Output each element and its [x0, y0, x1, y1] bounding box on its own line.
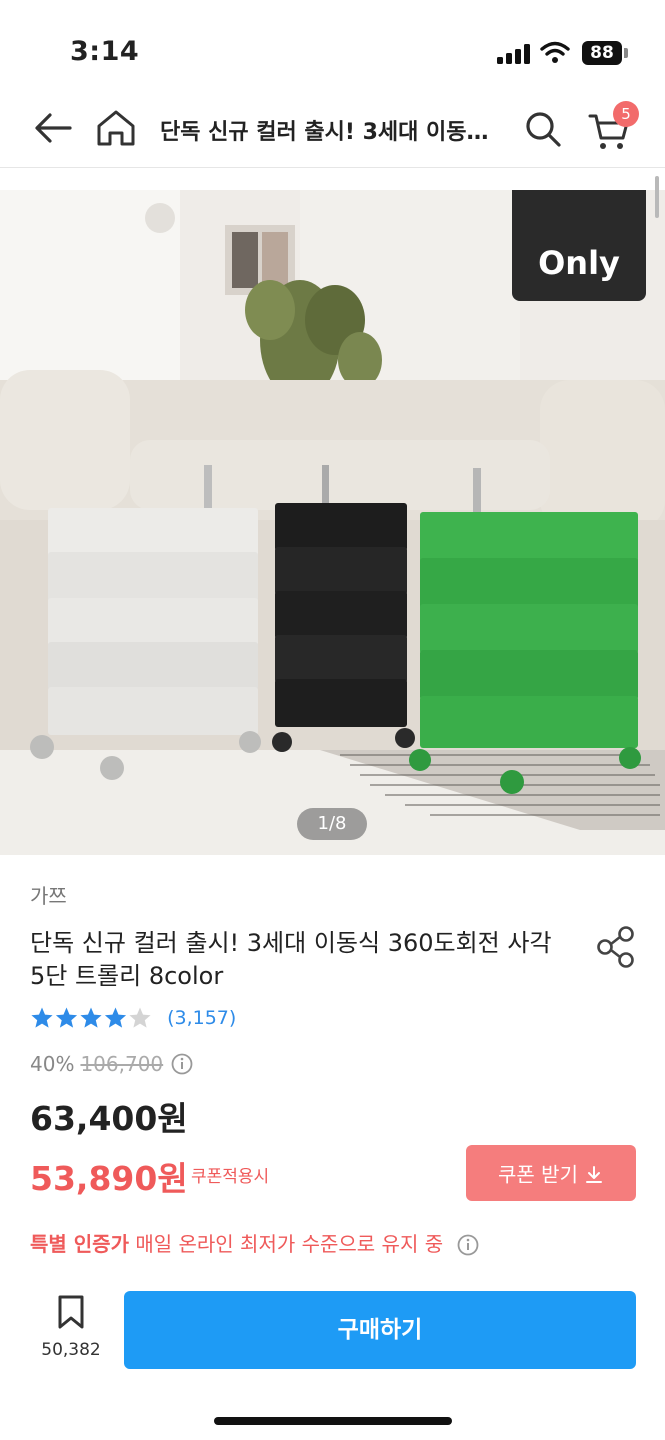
notice-text: 매일 온라인 최저가 수준으로 유지 중: [135, 1232, 444, 1256]
notice-info-icon[interactable]: [457, 1234, 479, 1256]
special-price-notice: 특별 인증가 매일 온라인 최저가 수준으로 유지 중: [30, 1228, 479, 1257]
battery-icon: 88: [582, 41, 622, 65]
notice-highlight: 특별 인증가: [30, 1232, 129, 1256]
wifi-icon: [540, 41, 570, 63]
search-icon[interactable]: [522, 108, 564, 150]
bookmark-icon: [58, 1295, 84, 1329]
original-price: 106,700: [80, 1052, 164, 1076]
home-indicator[interactable]: [214, 1417, 452, 1425]
scrollbar-thumb[interactable]: [655, 176, 659, 218]
signal-icon: [497, 44, 533, 64]
cart-count-badge: 5: [613, 101, 639, 127]
brand-name[interactable]: 가쯔: [30, 880, 67, 909]
gallery-page-indicator: 1/8: [297, 808, 367, 840]
get-coupon-label: 쿠폰 받기: [498, 1162, 578, 1187]
star-rating-icon: [31, 1007, 151, 1028]
coupon-applied-label: 쿠폰적용시: [191, 1167, 270, 1187]
battery-tip: [624, 48, 628, 58]
discount-rate: 40%: [30, 1052, 75, 1076]
top-nav-bar: 단독 신규 컬러 출시! 3세대 이동식 360도회전 사각 5단 트롤리 8c…: [0, 96, 665, 168]
back-arrow-icon[interactable]: [30, 104, 78, 152]
share-icon[interactable]: [594, 924, 638, 970]
download-icon: [585, 1165, 602, 1183]
home-icon[interactable]: [94, 104, 138, 152]
status-time: 3:14: [70, 36, 140, 67]
only-badge: Only: [512, 190, 646, 301]
coupon-price: 53,890원: [30, 1159, 188, 1198]
sale-price: 63,400원: [30, 1099, 188, 1138]
nav-title: 단독 신규 컬러 출시! 3세대 이동식 360도회전 사각 5단 트롤리 8c…: [160, 120, 500, 145]
product-title: 단독 신규 컬러 출시! 3세대 이동식 360도회전 사각 5단 트롤리 8c…: [30, 929, 552, 990]
rating-row[interactable]: (3,157): [30, 1006, 236, 1034]
bookmark-button[interactable]: 50,382: [38, 1294, 104, 1372]
discount-row: 40% 106,700: [30, 1052, 193, 1076]
get-coupon-button[interactable]: 쿠폰 받기: [466, 1145, 636, 1201]
rating-count[interactable]: (3,157): [167, 1007, 236, 1029]
bookmark-count: 50,382: [41, 1340, 101, 1360]
status-bar: 3:14 88: [0, 0, 665, 96]
info-icon[interactable]: [171, 1053, 193, 1075]
buy-button[interactable]: 구매하기: [124, 1291, 636, 1369]
